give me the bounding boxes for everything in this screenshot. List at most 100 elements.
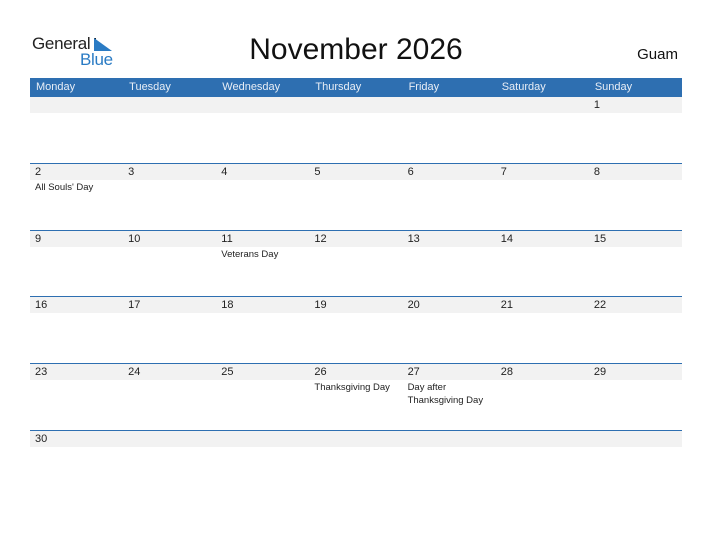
weekday-wednesday: Wednesday (222, 81, 281, 93)
day-number-bar (495, 97, 589, 113)
day-number: 3 (128, 166, 135, 178)
day-cell: 27 Day after Thanksgiving Day (402, 364, 496, 430)
day-cell: 29 (588, 364, 682, 430)
day-cell (216, 431, 310, 497)
week-row: 9 10 11 Veterans Day 12 13 14 15 (30, 230, 682, 297)
day-number-bar (495, 164, 589, 180)
day-number: 24 (128, 366, 141, 378)
day-cell: 21 (495, 297, 589, 363)
day-number-bar (216, 97, 310, 113)
day-number: 7 (500, 166, 507, 178)
day-number: 28 (500, 366, 513, 378)
day-number: 17 (128, 299, 141, 311)
day-number: 19 (314, 299, 327, 311)
day-cell: 18 (216, 297, 310, 363)
day-cell (30, 97, 124, 163)
day-cell (402, 97, 496, 163)
weekday-sunday: Sunday (594, 81, 633, 93)
day-cell: 6 (402, 164, 496, 230)
day-cell: 3 (123, 164, 217, 230)
day-cell: 20 (402, 297, 496, 363)
day-number: 18 (221, 299, 234, 311)
day-cell: 22 (588, 297, 682, 363)
day-number: 11 (221, 233, 233, 245)
day-number-bar (402, 164, 496, 180)
day-cell (216, 97, 310, 163)
weekday-header: Monday Tuesday Wednesday Thursday Friday… (30, 78, 682, 97)
region-label: Guam (637, 46, 678, 63)
day-number-bar (588, 431, 682, 447)
day-number: 10 (128, 233, 141, 245)
day-number: 9 (35, 233, 42, 245)
day-cell (123, 97, 217, 163)
day-cell: 25 (216, 364, 310, 430)
day-number: 1 (593, 99, 600, 111)
day-cell (402, 431, 496, 497)
day-number-bar (495, 431, 589, 447)
day-cell: 2 All Souls' Day (30, 164, 124, 230)
day-cell (588, 431, 682, 497)
day-number-bar (402, 431, 496, 447)
day-cell (309, 97, 403, 163)
day-number-bar (30, 164, 124, 180)
day-cell: 10 (123, 231, 217, 297)
day-number-bar (30, 231, 124, 247)
day-cell: 1 (588, 97, 682, 163)
calendar-title: November 2026 (249, 33, 463, 66)
day-number: 13 (407, 233, 420, 245)
day-number: 20 (407, 299, 420, 311)
weekday-friday: Friday (408, 81, 440, 93)
day-number: 22 (593, 299, 607, 311)
day-cell (123, 431, 217, 497)
day-number: 21 (500, 299, 513, 311)
day-cell (309, 431, 403, 497)
day-number: 4 (221, 166, 228, 178)
day-cell: 26 Thanksgiving Day (309, 364, 403, 430)
day-cell: 16 (30, 297, 124, 363)
day-number: 14 (500, 233, 513, 245)
day-number: 15 (593, 233, 607, 245)
day-number-bar (588, 164, 682, 180)
day-number: 23 (35, 366, 48, 378)
day-cell: 8 (588, 164, 682, 230)
day-number-bar (123, 97, 217, 113)
day-number: 30 (35, 433, 48, 445)
week-row: 2 All Souls' Day 3 4 5 6 7 8 (30, 163, 682, 230)
day-number-bar (309, 97, 403, 113)
day-cell: 17 (123, 297, 217, 363)
day-number: 27 (407, 366, 420, 378)
week-row: 23 24 25 26 Thanksgiving Day 27 Day after Than… (30, 363, 682, 430)
day-cell: 9 (30, 231, 124, 297)
weekday-saturday: Saturday (501, 81, 546, 93)
day-number: 29 (593, 366, 607, 378)
day-cell: 7 (495, 164, 589, 230)
day-number-bar (123, 431, 217, 447)
week-row: 1 (30, 97, 682, 163)
day-cell (495, 97, 589, 163)
day-cell: 24 (123, 364, 217, 430)
day-cell: 5 (309, 164, 403, 230)
day-number-bar (309, 431, 403, 447)
day-cell: 4 (216, 164, 310, 230)
day-number: 26 (314, 366, 327, 378)
holiday-label: All Souls' Day (35, 182, 94, 193)
day-number: 6 (407, 166, 414, 178)
day-cell: 19 (309, 297, 403, 363)
day-cell: 30 (30, 431, 124, 497)
day-number: 12 (314, 233, 327, 245)
holiday-label: Veterans Day (221, 249, 279, 260)
day-number: 16 (35, 299, 48, 311)
day-cell: 14 (495, 231, 589, 297)
day-number: 2 (35, 166, 42, 178)
day-cell: 12 (309, 231, 403, 297)
day-number: 25 (221, 366, 234, 378)
week-row: 30 (30, 430, 682, 497)
weekday-monday: Monday (36, 81, 76, 93)
weekday-tuesday: Tuesday (129, 81, 171, 93)
day-number-bar (123, 164, 217, 180)
weekday-thursday: Thursday (315, 81, 362, 93)
day-cell: 13 (402, 231, 496, 297)
day-cell: 23 (30, 364, 124, 430)
week-row: 16 17 18 19 20 21 22 (30, 296, 682, 363)
day-cell: 28 (495, 364, 589, 430)
